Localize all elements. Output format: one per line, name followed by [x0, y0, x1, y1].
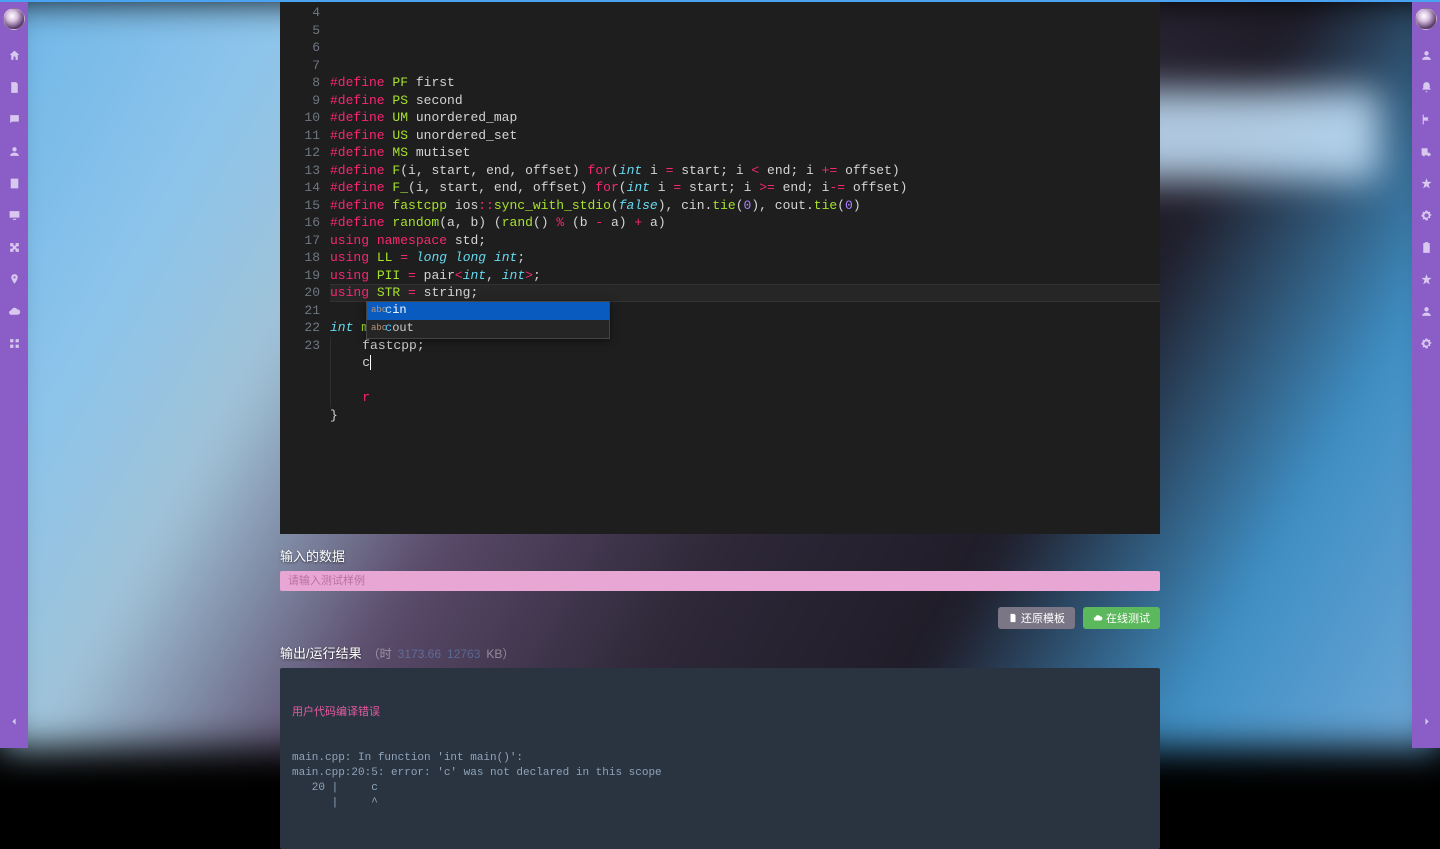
output-line: main.cpp:20:5: error: 'c' was not declar…: [292, 766, 1148, 781]
code-editor[interactable]: 4567891011121314151617181920212223 abcci…: [280, 0, 1160, 534]
cloud-icon[interactable]: [7, 304, 21, 318]
mem-value: 12763: [447, 647, 480, 661]
time-value: 3173.66: [398, 647, 441, 661]
code-line-16[interactable]: using STR = string;: [330, 284, 1160, 302]
avatar-right[interactable]: [1415, 8, 1437, 30]
suggest-item-cout[interactable]: abccout: [367, 320, 609, 338]
top-accent-bar: [0, 0, 1440, 2]
output-label: 输出/运行结果: [280, 643, 362, 662]
code-line-22[interactable]: r: [330, 389, 1160, 407]
code-line-19[interactable]: fastcpp;: [330, 337, 1160, 355]
autocomplete-popup[interactable]: abccinabccout: [366, 301, 610, 339]
star2-icon[interactable]: [1419, 272, 1433, 286]
output-line: 20 | c: [292, 781, 1148, 796]
collapse-right-icon[interactable]: [1419, 714, 1433, 728]
flag-icon[interactable]: [1419, 112, 1433, 126]
run-label: 在线测试: [1106, 610, 1150, 626]
line-gutter: 4567891011121314151617181920212223: [280, 0, 330, 534]
file-icon[interactable]: [7, 176, 21, 190]
output-line: | ^: [292, 796, 1148, 811]
suggest-item-cin[interactable]: abccin: [367, 302, 609, 320]
settings-icon[interactable]: [1419, 336, 1433, 350]
main-content: 4567891011121314151617181920212223 abcci…: [280, 0, 1160, 849]
stat-unit: KB）: [486, 645, 514, 662]
clipboard-icon[interactable]: [1419, 240, 1433, 254]
grid-icon[interactable]: [7, 336, 21, 350]
pin-icon[interactable]: [7, 272, 21, 286]
restore-icon: [1008, 613, 1018, 623]
button-row: 还原模板 在线测试: [280, 607, 1160, 629]
cursor: [370, 355, 371, 370]
chat-icon[interactable]: [7, 112, 21, 126]
collapse-left-icon[interactable]: [7, 714, 21, 728]
run-test-button[interactable]: 在线测试: [1083, 607, 1160, 629]
error-title: 用户代码编译错误: [292, 706, 1148, 721]
code-line-15[interactable]: using PII = pair<int, int>;: [330, 267, 1160, 285]
gear-icon[interactable]: [1419, 208, 1433, 222]
output-label-row: 输出/运行结果 （时 3173.66 12763 KB）: [280, 643, 1160, 662]
output-line: main.cpp: In function 'int main()':: [292, 751, 1148, 766]
person-icon[interactable]: [1419, 304, 1433, 318]
home-icon[interactable]: [7, 48, 21, 62]
avatar[interactable]: [3, 8, 25, 30]
code-line-10[interactable]: #define F_(i, start, end, offset) for(in…: [330, 179, 1160, 197]
bell-icon[interactable]: [1419, 80, 1433, 94]
restore-label: 还原模板: [1021, 610, 1065, 626]
star-icon[interactable]: [1419, 176, 1433, 190]
code-line-7[interactable]: #define US unordered_set: [330, 127, 1160, 145]
puzzle-icon[interactable]: [7, 240, 21, 254]
abc-icon: abc: [371, 320, 381, 338]
code-line-20[interactable]: c: [330, 354, 1160, 372]
monitor-icon[interactable]: [7, 208, 21, 222]
code-area[interactable]: abccinabccout #define PF first#define PS…: [330, 0, 1160, 534]
sidebar-left: [0, 2, 28, 748]
code-line-12[interactable]: #define random(a, b) (rand() % (b - a) +…: [330, 214, 1160, 232]
stat-prefix: （时: [368, 645, 392, 662]
truck-icon[interactable]: [1419, 144, 1433, 158]
restore-template-button[interactable]: 还原模板: [998, 607, 1075, 629]
code-line-11[interactable]: #define fastcpp ios::sync_with_stdio(fal…: [330, 197, 1160, 215]
code-line-5[interactable]: #define PS second: [330, 92, 1160, 110]
sidebar-right: [1412, 2, 1440, 748]
user-icon[interactable]: [1419, 48, 1433, 62]
doc-icon[interactable]: [7, 80, 21, 94]
code-line-13[interactable]: using namespace std;: [330, 232, 1160, 250]
test-input[interactable]: [280, 571, 1160, 591]
code-line-8[interactable]: #define MS mutiset: [330, 144, 1160, 162]
code-line-21[interactable]: [330, 372, 1160, 390]
output-box: 用户代码编译错误 main.cpp: In function 'int main…: [280, 668, 1160, 849]
code-line-23[interactable]: }: [330, 407, 1160, 425]
user-icon[interactable]: [7, 144, 21, 158]
cloud-run-icon: [1093, 613, 1103, 623]
code-line-9[interactable]: #define F(i, start, end, offset) for(int…: [330, 162, 1160, 180]
code-line-6[interactable]: #define UM unordered_map: [330, 109, 1160, 127]
input-label: 输入的数据: [280, 546, 1160, 565]
code-line-4[interactable]: #define PF first: [330, 74, 1160, 92]
code-line-14[interactable]: using LL = long long int;: [330, 249, 1160, 267]
abc-icon: abc: [371, 302, 381, 320]
